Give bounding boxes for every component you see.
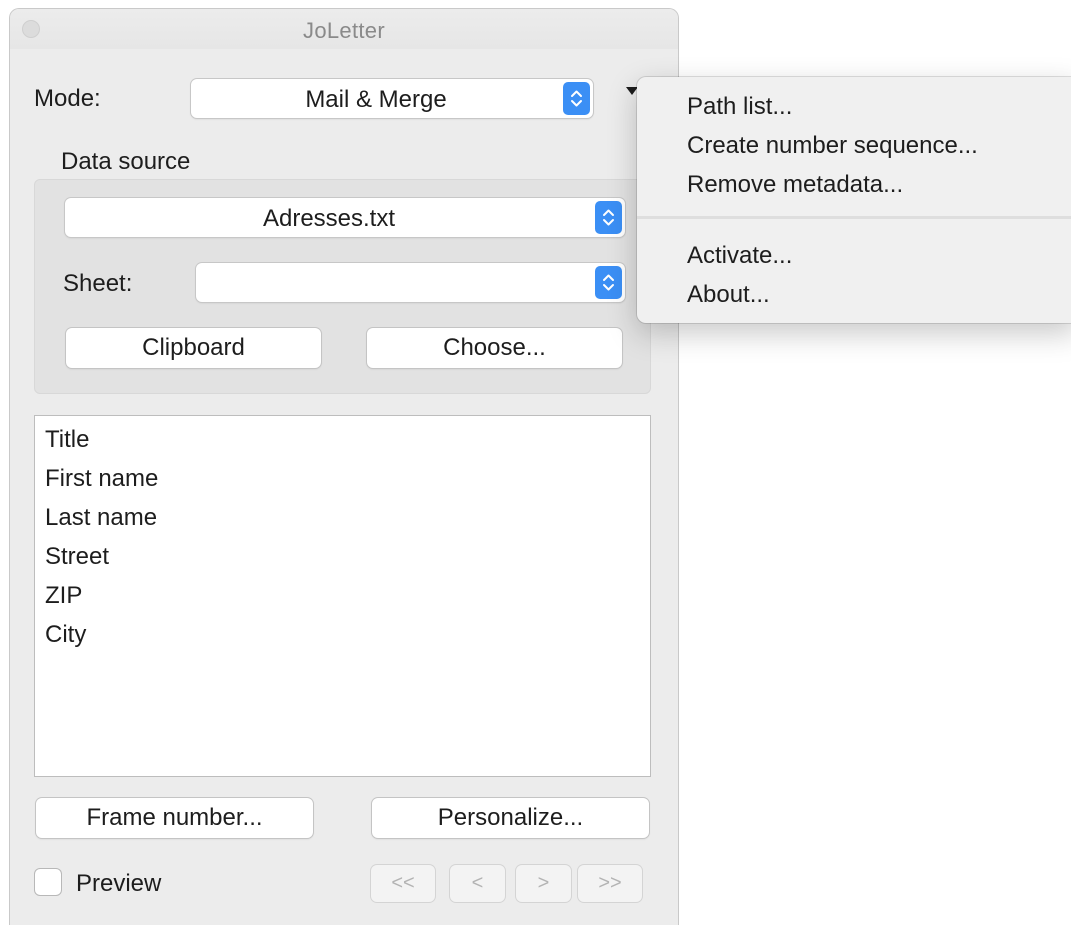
list-item[interactable]: Street	[45, 543, 109, 571]
preview-checkbox[interactable]	[35, 869, 61, 895]
menu-separator	[637, 216, 1071, 219]
data-source-group: Adresses.txt Sheet: Clipboard Choose...	[34, 179, 651, 394]
frame-number-button[interactable]: Frame number...	[36, 798, 313, 838]
chevron-updown-icon	[595, 201, 622, 234]
mode-popup[interactable]: Mail & Merge	[191, 79, 593, 118]
menu-item-create-number-sequence[interactable]: Create number sequence...	[687, 132, 978, 160]
main-window: JoLetter Mode: Mail & Merge Data source …	[9, 8, 679, 925]
data-source-heading: Data source	[61, 148, 191, 175]
mode-label: Mode:	[34, 85, 101, 112]
sheet-popup[interactable]	[196, 263, 625, 302]
first-record-button[interactable]: <<	[371, 865, 435, 902]
options-menu: Path list... Create number sequence... R…	[637, 77, 1071, 323]
list-item[interactable]: City	[45, 621, 86, 649]
choose-button[interactable]: Choose...	[367, 328, 622, 368]
title-bar: JoLetter	[10, 9, 678, 49]
menu-item-remove-metadata[interactable]: Remove metadata...	[687, 171, 903, 199]
menu-item-about[interactable]: About...	[687, 281, 770, 309]
personalize-button[interactable]: Personalize...	[372, 798, 649, 838]
data-file-popup[interactable]: Adresses.txt	[65, 198, 625, 237]
list-item[interactable]: Title	[45, 426, 89, 454]
data-file-popup-value: Adresses.txt	[262, 205, 396, 232]
preview-label: Preview	[76, 870, 162, 897]
clipboard-button[interactable]: Clipboard	[66, 328, 321, 368]
list-item[interactable]: First name	[45, 465, 158, 493]
next-record-button[interactable]: >	[516, 865, 571, 902]
menu-item-activate[interactable]: Activate...	[687, 242, 792, 270]
menu-item-path-list[interactable]: Path list...	[687, 93, 792, 121]
chevron-updown-icon	[595, 266, 622, 299]
previous-record-button[interactable]: <	[450, 865, 505, 902]
sheet-label: Sheet:	[63, 270, 133, 297]
chevron-updown-icon	[563, 82, 590, 115]
mode-popup-value: Mail & Merge	[305, 86, 447, 113]
list-item[interactable]: Last name	[45, 504, 157, 532]
window-title: JoLetter	[303, 18, 385, 43]
fields-list[interactable]: Title First name Last name Street ZIP Ci…	[34, 415, 651, 777]
list-item[interactable]: ZIP	[45, 582, 82, 610]
last-record-button[interactable]: >>	[578, 865, 642, 902]
